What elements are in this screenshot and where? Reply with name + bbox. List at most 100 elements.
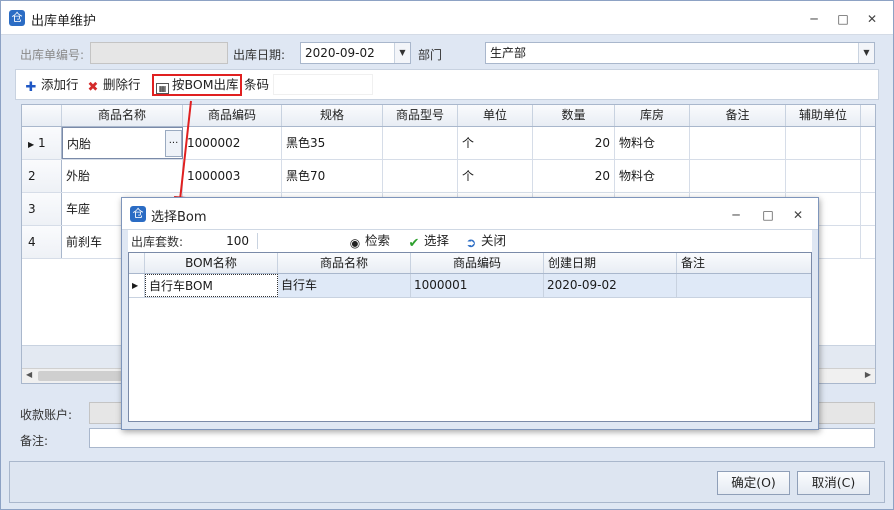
- col-header: 创建日期: [544, 253, 677, 273]
- delete-row-label: 删除行: [103, 77, 141, 92]
- order-no-label: 出库单编号:: [20, 48, 85, 62]
- cell-name[interactable]: 外胎: [62, 160, 183, 192]
- row-pointer-icon: ▶: [28, 140, 35, 149]
- date-label: 出库日期:: [233, 48, 286, 62]
- cell-product-code[interactable]: 1000001: [411, 274, 544, 297]
- col-header[interactable]: 库房: [615, 105, 690, 126]
- close-dialog-button[interactable]: ➲ 关闭: [464, 232, 507, 251]
- barcode-label: 条码: [244, 77, 270, 92]
- close-dialog-label: 关闭: [481, 233, 507, 248]
- sets-value: 100: [226, 234, 249, 248]
- exit-icon: ➲: [465, 236, 477, 251]
- cell-model[interactable]: [383, 160, 458, 192]
- col-header[interactable]: 单位: [458, 105, 533, 126]
- row-header: 2: [22, 160, 62, 192]
- add-row-button[interactable]: ✚ 添加行: [24, 76, 79, 95]
- app-icon: 仓: [130, 206, 146, 222]
- col-header[interactable]: 备注: [690, 105, 786, 126]
- cell-aux[interactable]: [786, 127, 861, 159]
- cell-note[interactable]: [690, 160, 786, 192]
- delete-row-button[interactable]: ✖ 删除行: [86, 76, 141, 95]
- close-icon[interactable]: ✕: [865, 12, 879, 26]
- barcode-input[interactable]: [273, 74, 373, 95]
- col-header[interactable]: 商品型号: [383, 105, 458, 126]
- order-no-field: [90, 42, 228, 64]
- col-header: 备注: [681, 256, 706, 270]
- table-row[interactable]: 2 外胎 1000003 黑色70 个 20 物料仓: [22, 160, 875, 193]
- search-label: 检索: [365, 233, 391, 248]
- bom-grid-header: BOM名称 商品名称 商品编码 创建日期 备注: [129, 253, 811, 274]
- cell-qty[interactable]: 20: [533, 127, 615, 159]
- cell-unit[interactable]: 个: [458, 160, 533, 192]
- bom-outbound-label: 按BOM出库: [172, 77, 239, 92]
- col-header[interactable]: 商品编码: [183, 105, 282, 126]
- minimize-icon[interactable]: ─: [807, 12, 821, 26]
- cell-name[interactable]: 内胎 ···: [62, 127, 183, 159]
- cell-model[interactable]: [383, 127, 458, 159]
- maximize-icon[interactable]: □: [761, 208, 775, 222]
- header-corner: [129, 253, 145, 273]
- col-header[interactable]: BOM名称: [145, 253, 278, 273]
- select-bom-dialog: 仓 选择Bom ─ □ ✕ 出库套数: 100 ◉ 检索 ✔ 选择 ➲ 关闭 BOM名…: [121, 197, 819, 430]
- col-header[interactable]: 辅助单位: [786, 105, 861, 126]
- col-header[interactable]: 商品编码: [411, 253, 544, 273]
- cell-unit[interactable]: 个: [458, 127, 533, 159]
- select-button[interactable]: ✔ 选择: [407, 232, 450, 251]
- cell-warehouse[interactable]: 物料仓: [615, 160, 690, 192]
- col-header[interactable]: 数量: [533, 105, 615, 126]
- dept-select[interactable]: 生产部 ▼: [485, 42, 875, 64]
- select-label: 选择: [424, 233, 450, 248]
- date-field[interactable]: 2020-09-02 ▼: [300, 42, 411, 64]
- search-button[interactable]: ◉ 检索: [348, 232, 390, 250]
- cell-note[interactable]: [677, 274, 811, 297]
- cell-note[interactable]: [690, 127, 786, 159]
- scroll-left-icon[interactable]: ◀: [26, 370, 32, 379]
- table-icon: ▦: [156, 83, 169, 94]
- cell-code[interactable]: 1000002: [183, 127, 282, 159]
- cell-product-name[interactable]: 自行车: [278, 274, 411, 297]
- scroll-right-icon[interactable]: ▶: [865, 370, 871, 379]
- cell-bom-name[interactable]: 自行车BOM: [145, 274, 278, 297]
- dialog-title-bar: 仓 选择Bom ─ □ ✕: [122, 198, 818, 230]
- cell-warehouse[interactable]: 物料仓: [615, 127, 690, 159]
- dropdown-arrow-icon[interactable]: ▼: [858, 43, 874, 63]
- add-row-label: 添加行: [41, 77, 79, 92]
- row-header: 3: [22, 193, 62, 225]
- account-label: 收款账户:: [20, 408, 73, 422]
- sets-separator: [257, 233, 258, 249]
- dialog-toolbar: 出库套数: 100 ◉ 检索 ✔ 选择 ➲ 关闭: [128, 230, 812, 252]
- row-number: 1: [37, 136, 46, 150]
- remark-field[interactable]: [89, 428, 875, 448]
- binoculars-icon: ◉: [349, 236, 361, 250]
- cancel-button[interactable]: 取消(C): [797, 471, 870, 495]
- dropdown-arrow-icon[interactable]: ▼: [394, 43, 410, 63]
- sets-input[interactable]: 100: [188, 230, 254, 251]
- ok-button[interactable]: 确定(O): [717, 471, 790, 495]
- cell-code[interactable]: 1000003: [183, 160, 282, 192]
- title-bar: 仓 出库单维护 ─ □ ✕: [1, 1, 893, 35]
- maximize-icon[interactable]: □: [836, 12, 850, 26]
- toolbar: ✚ 添加行 ✖ 删除行 ▦ 按BOM出库 条码: [15, 69, 879, 100]
- bom-grid: BOM名称 商品名称 商品编码 创建日期 备注 ▶ 自行车BOM 自行车 100…: [128, 252, 812, 422]
- bottom-panel: 确定(O) 取消(C): [9, 461, 885, 503]
- table-row[interactable]: ▶ 1 内胎 ··· 1000002 黑色35 个 20 物料仓: [22, 127, 875, 160]
- col-header[interactable]: 规格: [282, 105, 383, 126]
- date-value: 2020-09-02: [305, 46, 375, 60]
- cell-spec[interactable]: 黑色35: [282, 127, 383, 159]
- minimize-icon[interactable]: ─: [729, 208, 743, 222]
- bom-outbound-button[interactable]: ▦ 按BOM出库: [152, 74, 243, 96]
- col-header[interactable]: 商品名称: [62, 105, 183, 126]
- header-corner: [22, 105, 62, 126]
- remark-label: 备注:: [20, 434, 49, 448]
- add-icon: ✚: [25, 80, 37, 95]
- cell-qty[interactable]: 20: [533, 160, 615, 192]
- grid-header: 商品名称 商品编码 规格 商品型号 单位 数量 库房 备注 辅助单位: [22, 105, 875, 127]
- col-header[interactable]: 商品名称: [278, 253, 411, 273]
- cell-spec[interactable]: 黑色70: [282, 160, 383, 192]
- ellipsis-button[interactable]: ···: [165, 130, 182, 157]
- close-icon[interactable]: ✕: [791, 208, 805, 222]
- table-row[interactable]: ▶ 自行车BOM 自行车 1000001 2020-09-02: [129, 274, 811, 298]
- cell-aux[interactable]: [786, 160, 861, 192]
- cell-create-date[interactable]: 2020-09-02: [544, 274, 677, 297]
- row-pointer-icon: ▶: [129, 274, 145, 297]
